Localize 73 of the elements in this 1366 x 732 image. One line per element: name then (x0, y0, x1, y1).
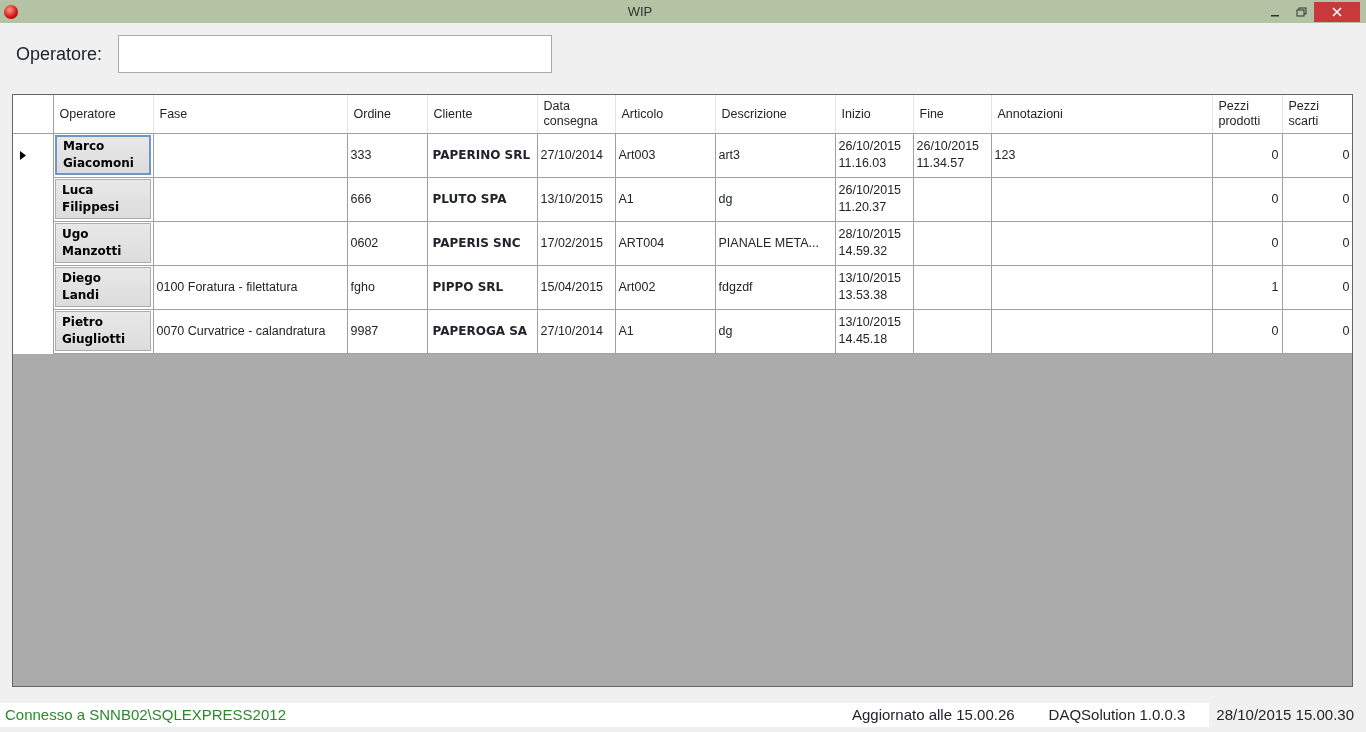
table-cell: 28/10/2015 14.59.32 (838, 227, 902, 258)
table-cell: 0 (1342, 279, 1350, 294)
table-cell: 333 (350, 147, 372, 162)
version-label: DAQSolution 1.0.0.3 (1048, 704, 1187, 725)
table-cell: fgho (350, 279, 375, 294)
table-cell: ART004 (618, 235, 665, 250)
table-cell: A1 (618, 323, 634, 338)
table-cell: 0070 Curvatrice - calandratura (156, 323, 326, 338)
column-header[interactable]: Pezzi prodotti (1212, 95, 1282, 133)
table-cell: 27/10/2014 (540, 323, 604, 338)
column-header[interactable]: Fine (913, 95, 991, 133)
operator-button[interactable]: Luca Filippesi (55, 179, 151, 219)
column-header[interactable]: Data consegna (537, 95, 615, 133)
close-button[interactable] (1314, 1, 1360, 22)
table-cell: 17/02/2015 (540, 235, 604, 250)
table-cell: 0 (1271, 147, 1279, 162)
table-cell: 666 (350, 191, 372, 206)
column-header[interactable]: Articolo (615, 95, 715, 133)
table-cell: 15/04/2015 (540, 279, 604, 294)
operator-label: Operatore: (16, 42, 103, 66)
window-title: WIP (626, 2, 654, 21)
table-cell: 27/10/2014 (540, 147, 604, 162)
app-orb-icon (4, 4, 18, 19)
table-cell: A1 (618, 191, 634, 206)
table-cell: 0 (1342, 235, 1350, 250)
table-cell: PAPERIS SNC (432, 235, 521, 250)
table-cell: 123 (994, 147, 1016, 162)
update-time: Aggiornato alle 15.00.26 (851, 704, 1016, 725)
column-header[interactable]: Annotazioni (991, 95, 1212, 133)
table-cell: Art003 (618, 147, 656, 162)
table-cell: 0100 Foratura - filettatura (156, 279, 298, 294)
table-cell: Art002 (618, 279, 656, 294)
table-cell: art3 (718, 147, 741, 162)
table-cell: fdgzdf (718, 279, 753, 294)
operator-button[interactable]: Diego Landi (55, 267, 151, 307)
operator-field[interactable] (118, 35, 553, 73)
operator-button[interactable]: Marco Giacomoni (55, 135, 151, 175)
table-cell: dg (718, 323, 733, 338)
close-icon (1332, 6, 1342, 17)
table-cell: 26/10/2015 11.20.37 (838, 183, 902, 214)
table-cell: dg (718, 191, 733, 206)
table-cell: 26/10/2015 11.34.57 (916, 139, 980, 170)
table-cell: 0 (1342, 191, 1350, 206)
table-cell: 0 (1342, 323, 1350, 338)
connection-status: Connesso a SNNB02\SQLEXPRESS2012 (4, 704, 287, 725)
table-cell: 13/10/2015 (540, 191, 604, 206)
table-cell: PAPERINO SRL (432, 147, 531, 162)
column-header[interactable]: Inizio (835, 95, 913, 133)
column-header[interactable]: Operatore (53, 95, 153, 133)
table-cell: PAPEROGA SA (432, 323, 528, 338)
column-header[interactable]: Pezzi scarti (1282, 95, 1352, 133)
table-cell: 13/10/2015 14.45.18 (838, 315, 902, 346)
operator-button[interactable]: Ugo Manzotti (55, 223, 151, 263)
minimize-icon (1271, 14, 1279, 17)
table-cell: 0 (1342, 147, 1350, 162)
table-cell: 26/10/2015 11.16.03 (838, 139, 902, 170)
column-header[interactable]: Ordine (347, 95, 427, 133)
table-cell: PIPPO SRL (432, 279, 504, 294)
table-cell: 13/10/2015 13.53.38 (838, 271, 902, 302)
column-header[interactable]: Descrizione (715, 95, 835, 133)
column-header[interactable]: Fase (153, 95, 347, 133)
restore-icon (1295, 6, 1307, 17)
table-cell: 9987 (350, 323, 379, 338)
table-cell: 0 (1271, 235, 1279, 250)
table-cell: 0 (1271, 191, 1279, 206)
table-cell: PIANALE META... (718, 235, 819, 250)
table-cell: PLUTO SPA (432, 191, 507, 206)
table-cell: 0602 (350, 235, 379, 250)
operator-button[interactable]: Pietro Giugliotti (55, 311, 151, 351)
column-header[interactable]: Cliente (427, 95, 537, 133)
table-cell: 1 (1271, 279, 1279, 294)
table-cell: 0 (1271, 323, 1279, 338)
current-datetime: 28/10/2015 15.00.30 (1209, 703, 1366, 727)
